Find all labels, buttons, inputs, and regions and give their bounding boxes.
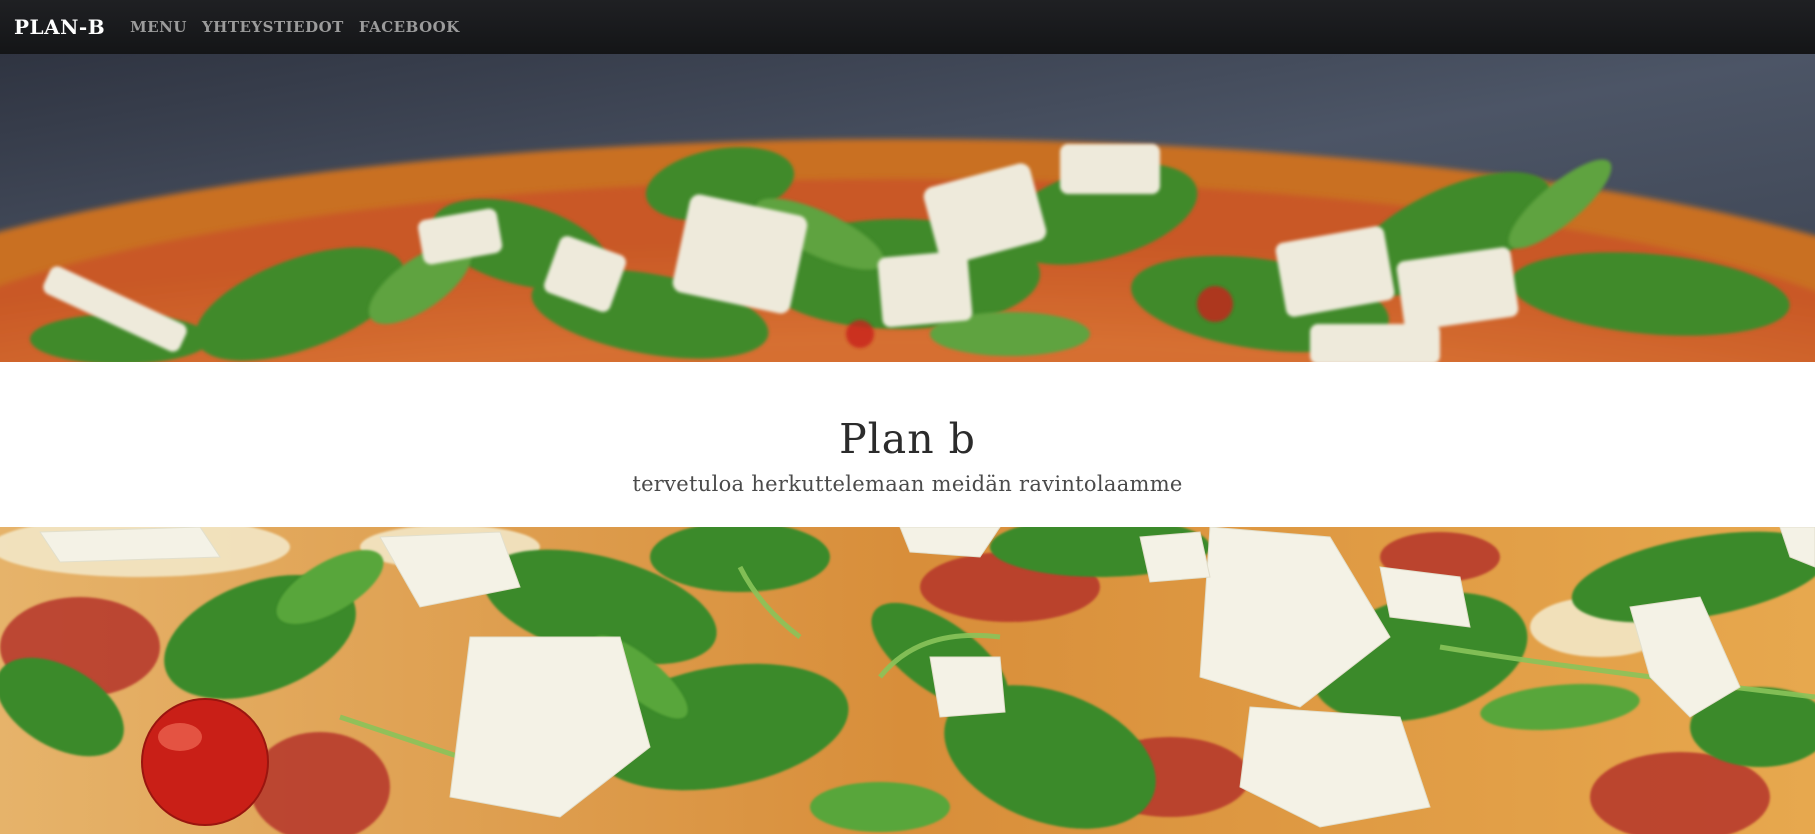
top-navbar: PLAN-B MENU YHTEYSTIEDOT FACEBOOK xyxy=(0,0,1815,54)
pizza-photo-top-graphic xyxy=(0,54,1815,362)
nav-link-yhteystiedot[interactable]: YHTEYSTIEDOT xyxy=(202,18,344,36)
welcome-subtitle: tervetuloa herkuttelemaan meidän ravinto… xyxy=(632,472,1183,496)
pizza-image-bottom xyxy=(0,527,1815,834)
intro-section: Plan b tervetuloa herkuttelemaan meidän … xyxy=(0,362,1815,527)
brand-link[interactable]: PLAN-B xyxy=(14,15,105,39)
pizza-photo-bottom-graphic xyxy=(0,527,1815,834)
nav-link-facebook[interactable]: FACEBOOK xyxy=(359,18,460,36)
nav-link-menu[interactable]: MENU xyxy=(130,18,187,36)
hero-pizza-image-top xyxy=(0,54,1815,362)
restaurant-title: Plan b xyxy=(839,415,976,463)
